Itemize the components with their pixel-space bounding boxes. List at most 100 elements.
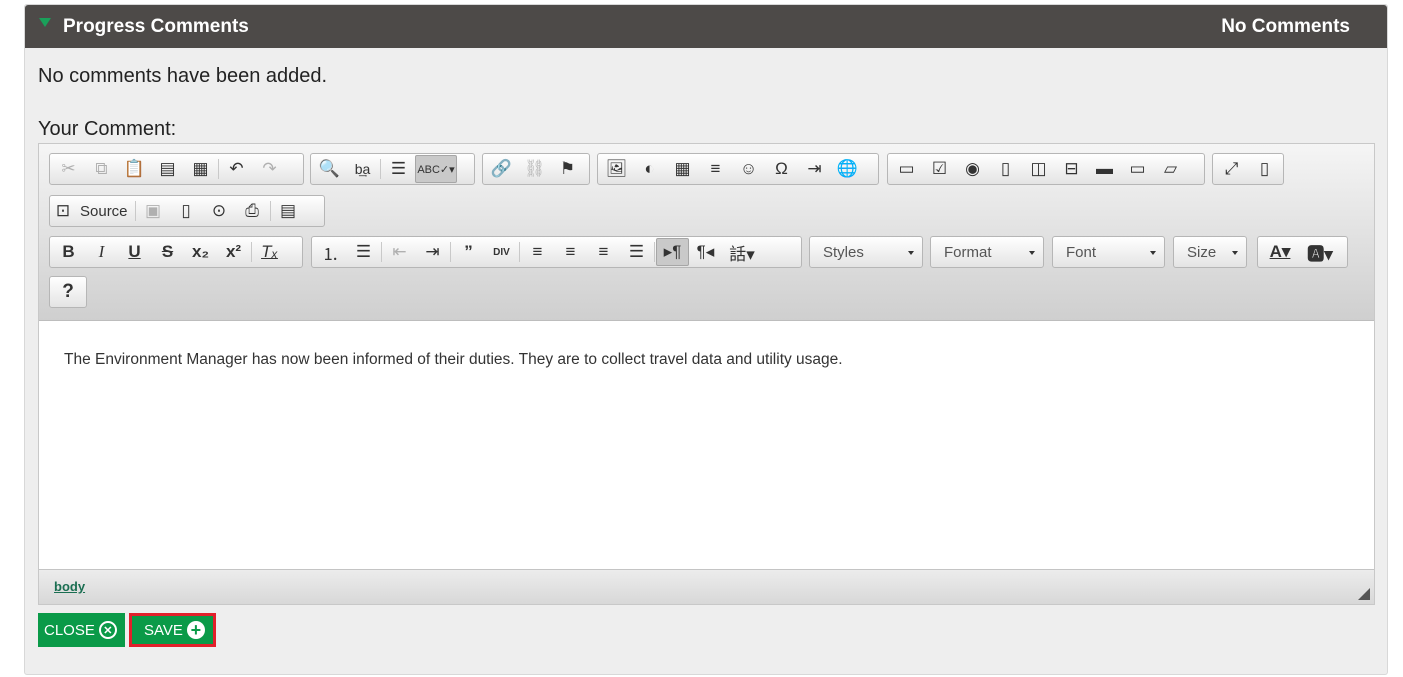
special-char-icon[interactable]: Ω [765, 155, 798, 183]
format-dropdown[interactable]: Format [930, 236, 1044, 268]
flash-icon[interactable]: ◐ [633, 155, 666, 183]
select-all-icon[interactable]: ☰ [382, 155, 415, 183]
empty-comments-text: No comments have been added. [38, 65, 328, 87]
justify-icon[interactable]: ☰ [620, 238, 653, 266]
redo-icon[interactable]: ↷ [253, 155, 286, 183]
bulleted-list-icon[interactable]: ☰ [347, 238, 380, 266]
underline-icon[interactable]: U [118, 238, 151, 266]
hidden-field-icon[interactable]: ▱ [1154, 155, 1187, 183]
find-icon[interactable]: 🔍 [313, 155, 346, 183]
text-field-icon[interactable]: ▯ [989, 155, 1022, 183]
spellcheck-icon[interactable]: ABC✓▾ [415, 155, 457, 183]
subscript-icon[interactable]: x₂ [184, 238, 217, 266]
italic-icon[interactable]: I [85, 238, 118, 266]
format-label: Format [944, 244, 992, 261]
select-field-icon[interactable]: ⊟ [1055, 155, 1088, 183]
undo-icon[interactable]: ↶ [220, 155, 253, 183]
show-blocks-icon[interactable]: ▯ [1248, 155, 1281, 183]
superscript-icon[interactable]: x² [217, 238, 250, 266]
page-break-icon[interactable]: ⇥ [798, 155, 831, 183]
anchor-flag-icon[interactable]: ⚑ [551, 155, 584, 183]
smiley-icon[interactable]: ☺ [732, 155, 765, 183]
comment-text[interactable]: The Environment Manager has now been inf… [64, 351, 843, 369]
document-group: ⊡ Source ▣ ▯ ⊙ ⎙ ▤ [49, 195, 325, 227]
div-container-icon[interactable]: DIV [485, 238, 518, 266]
paste-word-icon[interactable]: ▦ [184, 155, 217, 183]
collapse-arrow-icon[interactable] [39, 18, 51, 27]
editor-content-area[interactable]: The Environment Manager has now been inf… [39, 321, 1374, 571]
resize-handle-icon[interactable] [1358, 588, 1370, 600]
align-left-icon[interactable]: ≡ [521, 238, 554, 266]
remove-format-icon[interactable]: Tₓ [253, 238, 286, 266]
save-doc-icon[interactable]: ▣ [137, 197, 170, 225]
element-path-link[interactable]: body [54, 579, 85, 594]
templates-icon[interactable]: ▤ [272, 197, 305, 225]
replace-icon[interactable]: b͢a [346, 155, 379, 183]
panel-header[interactable]: Progress Comments No Comments [25, 5, 1387, 48]
text-color-icon[interactable]: A▾ [1260, 238, 1300, 266]
styles-dropdown[interactable]: Styles [809, 236, 923, 268]
link-icon[interactable]: 🔗 [485, 155, 518, 183]
close-button[interactable]: CLOSE ✕ [38, 613, 125, 647]
source-icon[interactable]: ⊡ [52, 197, 74, 225]
align-right-icon[interactable]: ≡ [587, 238, 620, 266]
new-page-icon[interactable]: ▯ [170, 197, 203, 225]
align-center-icon[interactable]: ≡ [554, 238, 587, 266]
comment-count: No Comments [1221, 16, 1350, 37]
textarea-icon[interactable]: ◫ [1022, 155, 1055, 183]
outdent-icon[interactable]: ⇤ [383, 238, 416, 266]
image-button-icon[interactable]: ▭ [1121, 155, 1154, 183]
progress-comments-panel: Progress Comments No Comments No comment… [24, 4, 1388, 675]
separator [269, 201, 271, 221]
checkbox-icon[interactable]: ☑ [923, 155, 956, 183]
font-label: Font [1066, 244, 1097, 261]
help-icon[interactable]: ? [52, 278, 84, 306]
background-color-icon[interactable]: 🅰▾ [1300, 238, 1340, 266]
paste-text-icon[interactable]: ▤ [151, 155, 184, 183]
button-field-icon[interactable]: ▬ [1088, 155, 1121, 183]
close-circle-icon: ✕ [98, 621, 117, 639]
chevron-down-icon [1232, 251, 1238, 255]
language-icon[interactable]: 話▾ [722, 238, 762, 266]
image-icon[interactable]: 🖼 [600, 155, 633, 183]
blockquote-icon[interactable]: ” [452, 238, 485, 266]
rtl-direction-icon[interactable]: ¶◂ [689, 238, 722, 266]
bold-icon[interactable]: B [52, 238, 85, 266]
styles-label: Styles [823, 244, 864, 261]
separator [134, 201, 136, 221]
colors-group: A▾ 🅰▾ [1257, 236, 1348, 268]
separator [654, 242, 655, 262]
basic-styles-group: B I U S x₂ x² Tₓ [49, 236, 303, 268]
copy-icon[interactable]: ⧉ [85, 155, 118, 183]
print-icon[interactable]: ⎙ [236, 197, 269, 225]
maximize-icon[interactable]: ⤢ [1215, 155, 1248, 183]
horizontal-rule-icon[interactable]: ≡ [699, 155, 732, 183]
size-dropdown[interactable]: Size [1173, 236, 1247, 268]
iframe-globe-icon[interactable]: 🌐 [831, 155, 864, 183]
paste-icon[interactable]: 📋 [118, 155, 151, 183]
cut-icon[interactable]: ✂ [52, 155, 85, 183]
tools-group: ⤢ ▯ [1212, 153, 1284, 185]
preview-icon[interactable]: ⊙ [203, 197, 236, 225]
separator [519, 242, 520, 262]
save-button[interactable]: SAVE + [129, 613, 216, 647]
size-label: Size [1187, 244, 1217, 261]
numbered-list-icon[interactable]: ⒈ [314, 238, 347, 266]
editor-toolbar: ✂ ⧉ 📋 ▤ ▦ ↶ ↷ 🔍 b͢a ☰ ABC✓▾ 🔗 ⛓ ⚑ 🖼 ◐ ▦ … [39, 144, 1374, 321]
close-label: CLOSE [44, 621, 95, 639]
source-button[interactable]: Source [74, 197, 134, 225]
add-circle-icon: + [186, 620, 205, 640]
chevron-down-icon [908, 251, 914, 255]
editor-statusbar: body [39, 569, 1374, 604]
indent-icon[interactable]: ⇥ [416, 238, 449, 266]
strike-icon[interactable]: S [151, 238, 184, 266]
forms-group: ▭ ☑ ◉ ▯ ◫ ⊟ ▬ ▭ ▱ [887, 153, 1205, 185]
radio-icon[interactable]: ◉ [956, 155, 989, 183]
help-group: ? [49, 276, 87, 308]
unlink-icon[interactable]: ⛓ [518, 155, 551, 183]
form-icon[interactable]: ▭ [890, 155, 923, 183]
table-icon[interactable]: ▦ [666, 155, 699, 183]
ltr-direction-icon[interactable]: ▸¶ [656, 238, 689, 266]
font-dropdown[interactable]: Font [1052, 236, 1165, 268]
chevron-down-icon [1150, 251, 1156, 255]
